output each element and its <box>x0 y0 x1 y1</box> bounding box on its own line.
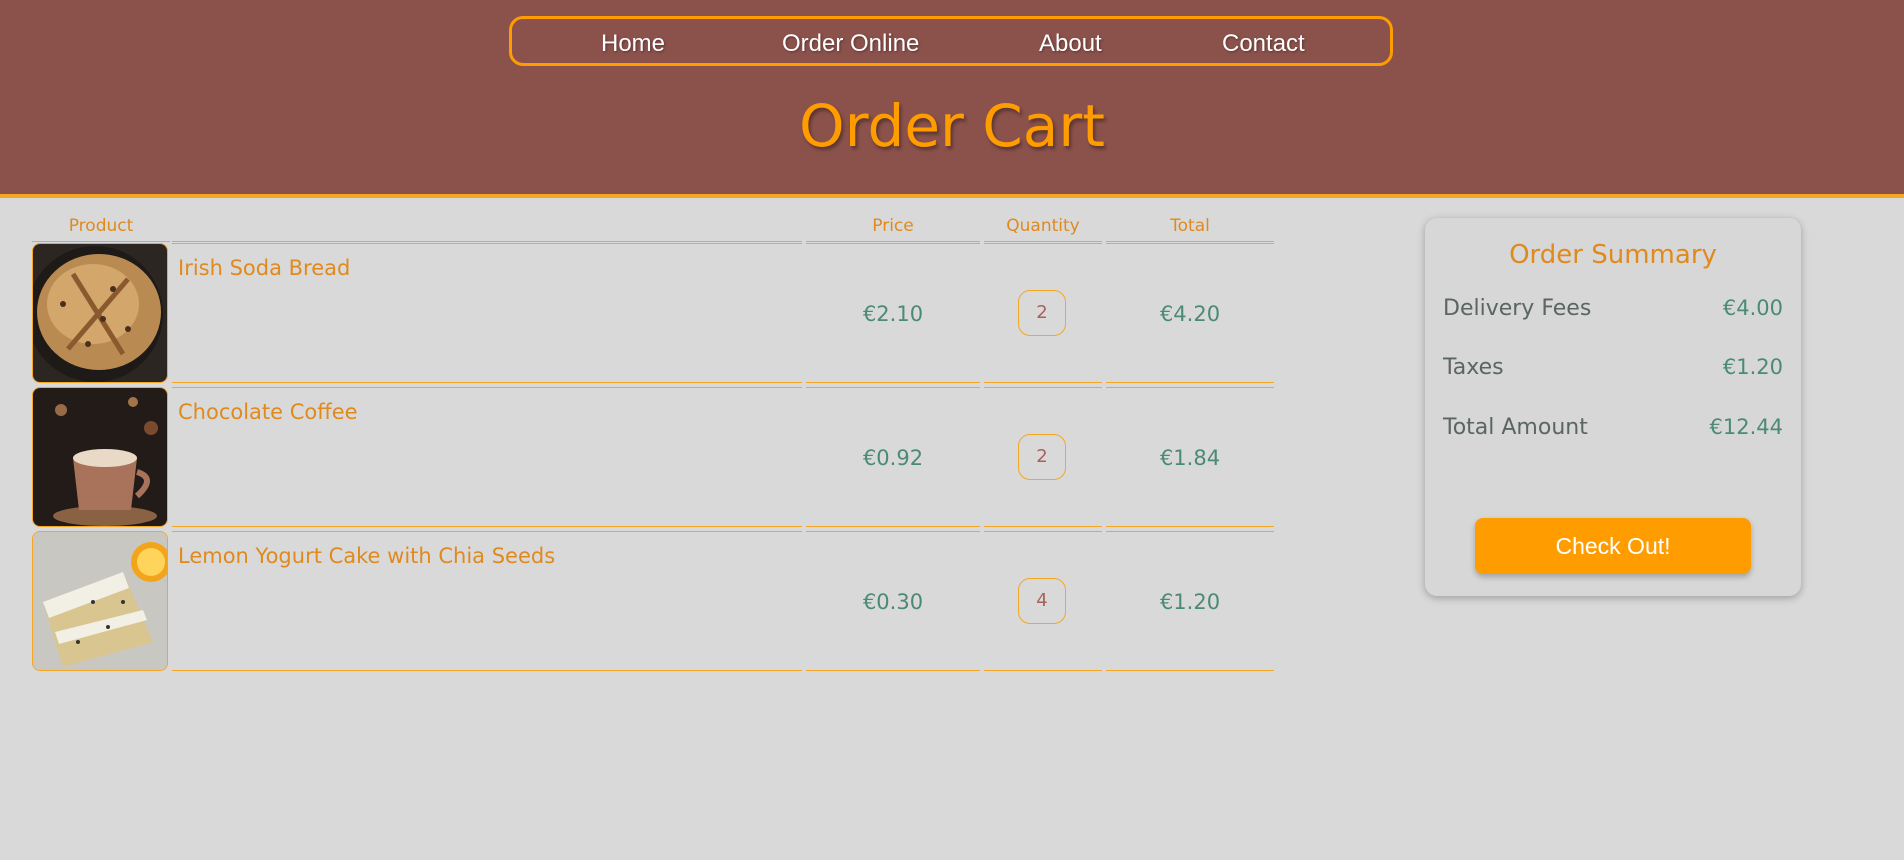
nav-order-online-link[interactable]: Order Online <box>782 30 919 58</box>
delivery-fees-label: Delivery Fees <box>1443 296 1592 321</box>
quantity-cell: 2 <box>984 387 1102 527</box>
order-summary-title: Order Summary <box>1509 240 1717 270</box>
price-value: €2.10 <box>862 302 924 326</box>
total-cell: €1.84 <box>1106 387 1274 527</box>
price-value: €0.30 <box>862 590 924 614</box>
product-name: Chocolate Coffee <box>178 400 358 424</box>
nav-home-link[interactable]: Home <box>601 30 665 58</box>
quantity-input[interactable]: 4 <box>1018 578 1066 624</box>
product-image <box>32 387 168 527</box>
total-cell: €1.20 <box>1106 531 1274 671</box>
quantity-cell: 2 <box>984 243 1102 383</box>
chocolate-coffee-photo <box>33 388 167 526</box>
price-cell: €2.10 <box>806 243 980 383</box>
main-nav: Home Order Online About Contact <box>509 16 1393 66</box>
total-value: €1.20 <box>1159 590 1221 614</box>
nav-contact-link[interactable]: Contact <box>1222 30 1305 58</box>
price-cell: €0.92 <box>806 387 980 527</box>
nav-about-link[interactable]: About <box>1039 30 1102 58</box>
product-image <box>32 243 168 383</box>
total-cell: €4.20 <box>1106 243 1274 383</box>
column-header-total: Total <box>1106 216 1274 242</box>
delivery-fees-value: €4.00 <box>1722 296 1783 320</box>
table-row: Lemon Yogurt Cake with Chia Seeds €0.30 … <box>0 531 1280 672</box>
order-summary-card: Order Summary Delivery Fees €4.00 Taxes … <box>1425 218 1801 596</box>
taxes-value: €1.20 <box>1722 355 1783 379</box>
quantity-input[interactable]: 2 <box>1018 434 1066 480</box>
lemon-cake-photo <box>33 532 167 670</box>
page-title: Order Cart <box>799 92 1105 160</box>
product-name: Lemon Yogurt Cake with Chia Seeds <box>178 544 556 568</box>
table-row: Irish Soda Bread €2.10 2 €4.20 <box>0 243 1280 384</box>
product-image <box>32 531 168 671</box>
product-cell: Chocolate Coffee <box>172 387 802 527</box>
total-amount-value: €12.44 <box>1709 415 1783 439</box>
quantity-cell: 4 <box>984 531 1102 671</box>
total-amount-label: Total Amount <box>1443 415 1588 440</box>
column-header-quantity: Quantity <box>984 216 1102 242</box>
column-header-spacer <box>172 216 802 242</box>
site-header: Home Order Online About Contact Order Ca… <box>0 0 1904 198</box>
checkout-button[interactable]: Check Out! <box>1475 518 1751 574</box>
product-cell: Lemon Yogurt Cake with Chia Seeds <box>172 531 802 671</box>
column-header-price: Price <box>806 216 980 242</box>
total-value: €4.20 <box>1159 302 1221 326</box>
product-cell: Irish Soda Bread <box>172 243 802 383</box>
product-name: Irish Soda Bread <box>178 256 351 280</box>
price-value: €0.92 <box>862 446 924 470</box>
total-value: €1.84 <box>1159 446 1221 470</box>
table-row: Chocolate Coffee €0.92 2 €1.84 <box>0 387 1280 528</box>
price-cell: €0.30 <box>806 531 980 671</box>
column-header-product: Product <box>32 216 170 242</box>
soda-bread-photo <box>33 244 167 382</box>
quantity-input[interactable]: 2 <box>1018 290 1066 336</box>
taxes-label: Taxes <box>1443 355 1504 380</box>
